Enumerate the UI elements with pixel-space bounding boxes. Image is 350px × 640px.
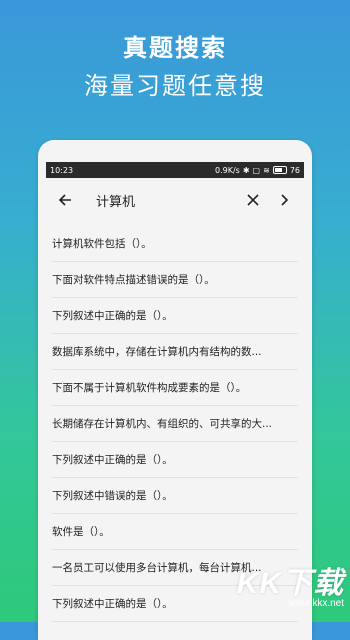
chevron-right-icon[interactable] [274,189,296,211]
list-item[interactable]: 下面对软件特点描述错误的是（）。 [52,262,298,298]
list-item[interactable]: 计算机软件包括（）。 [52,226,298,262]
list-item[interactable]: 下面不属于计算机软件构成要素的是（）。 [52,370,298,406]
bluetooth-icon: ✱ [242,165,250,175]
watermark-main: KK下载 [236,567,344,600]
list-item[interactable]: 长期储存在计算机内、有组织的、可共享的大... [52,406,298,442]
status-bar: 10:23 0.9K/s ✱ ▢ ≋ 76 [46,162,304,178]
arrow-left-icon[interactable] [54,189,76,211]
watermark-logo: KK下载 www.kkx.net [220,558,344,609]
status-indicators: 0.9K/s ✱ ▢ ≋ 76 [215,166,300,175]
result-text: 长期储存在计算机内、有组织的、可共享的大... [52,418,273,430]
result-text: 下列叙述中正确的是（）。 [52,454,173,466]
status-time: 10:23 [50,165,74,175]
list-item[interactable]: 软件是（）。 [52,514,298,550]
result-text: 软件是（）。 [52,526,110,538]
list-item[interactable]: 下列叙述中错误的是（）。 [52,478,298,514]
search-input[interactable]: 计算机 [96,191,242,210]
battery-icon [272,166,287,174]
result-text: 下面不属于计算机软件构成要素的是（）。 [52,382,247,394]
result-text: 下列叙述中正确的是（）。 [52,310,173,322]
wifi-icon: ≋ [263,165,270,175]
promo-title: 真题搜索 [123,34,227,62]
network-speed: 0.9K/s [215,165,240,175]
result-text: 下面对软件特点描述错误的是（）。 [52,274,215,286]
close-icon[interactable] [242,189,264,211]
battery-level: 76 [289,165,300,175]
list-item[interactable]: 下列叙述中正确的是（）。 [52,298,298,334]
result-text: 数据库系统中，存储在计算机内有结构的数... [52,346,262,358]
promo-subtitle: 海量习题任意搜 [84,72,266,100]
sim-icon: ▢ [252,165,261,175]
list-item[interactable]: 数据库系统中，存储在计算机内有结构的数... [52,334,298,370]
result-text: 下列叙述中错误的是（）。 [52,490,173,502]
list-item[interactable]: 下列叙述中正确的是（）。 [52,442,298,478]
result-text: 计算机软件包括（）。 [52,238,152,250]
search-bar: 计算机 [46,178,304,222]
